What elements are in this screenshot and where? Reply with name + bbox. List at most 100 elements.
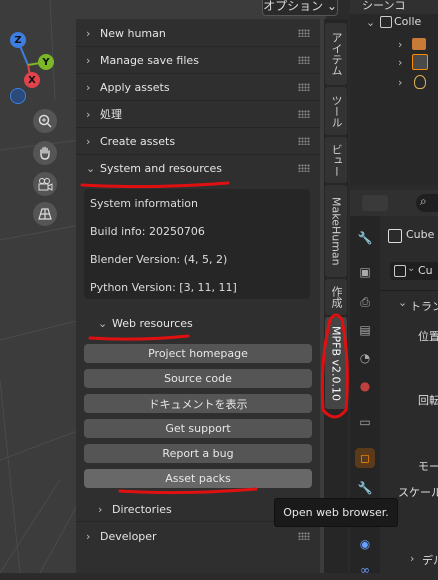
sidebar-tabs: アイテム ツール ビュー MakeHuman 作成 MPFB v2.0.10 [324,19,348,573]
drag-grip-icon[interactable] [298,137,310,145]
chevron-down-icon: ⌄ [366,16,376,29]
get-support-button[interactable]: Get support [84,419,312,438]
world-icon[interactable]: ● [355,376,375,396]
tab-view[interactable]: ビュー [325,137,347,183]
chevron-right-icon[interactable]: › [398,76,402,89]
collection-icon [380,16,392,28]
search-icon[interactable]: ⌕ [416,194,438,212]
object-name: Cube [406,228,435,241]
section-label: 処理 [100,108,122,121]
drag-grip-icon[interactable] [298,110,310,118]
tab-label: MPFB v2.0.10 [329,325,343,401]
subsection-web-resources[interactable]: ⌄ Web resources [76,310,320,336]
view-layer-icon[interactable]: ▤ [355,320,375,340]
camera-object-icon[interactable] [412,38,426,50]
pan-hand-icon[interactable] [33,141,57,165]
tab-tool[interactable]: ツール [325,87,347,135]
object-name-value: Cu [418,264,433,277]
view-documentation-button[interactable]: ドキュメントを表示 [84,394,312,413]
tab-makehuman[interactable]: MakeHuman [325,185,347,277]
gizmo-neg-z-axis[interactable] [10,88,26,104]
chevron-right-icon[interactable]: › [398,56,402,69]
collection-icon[interactable]: ▭ [355,412,375,432]
section-new-human[interactable]: › New human [76,20,320,46]
delta-transform-header[interactable]: デル [422,552,438,568]
section-label: Manage save files [100,53,199,67]
properties-header: ⌕ [350,190,438,216]
report-bug-button[interactable]: Report a bug [84,444,312,463]
source-code-button[interactable]: Source code [84,369,312,388]
chevron-down-icon: ⌄ [407,263,416,274]
asset-packs-button[interactable]: Asset packs [84,469,312,488]
system-information-box: System information Build info: 20250706 … [84,189,310,299]
object-icon [394,265,406,277]
scale-label: スケール [398,486,438,499]
tab-create[interactable]: 作成 [325,279,347,315]
collection-label: Colle [394,15,422,28]
mpfb-sidebar-panel: › New human › Manage save files › Apply … [76,19,320,573]
transform-header[interactable]: トラン [410,298,438,314]
section-manage-save-files[interactable]: › Manage save files [76,47,320,73]
physics-icon[interactable]: ◉ [355,534,375,554]
tab-label: MakeHuman [329,196,343,266]
drag-grip-icon[interactable] [298,56,310,64]
blender-version: Blender Version: (4, 5, 2) [90,253,228,266]
location-label: 位置 [418,330,438,343]
options-dropdown[interactable]: オプション ⌄ [262,0,338,16]
tooltip: Open web browser. [274,498,398,527]
camera-view-icon[interactable] [33,172,57,196]
system-info-title: System information [90,197,199,210]
drag-grip-icon[interactable] [298,83,310,91]
gizmo-z-axis[interactable]: Z [10,32,26,48]
light-object-icon[interactable] [414,75,426,89]
outliner: シーンコ ⌄ Colle › › › [350,0,438,185]
section-label: System and resources [100,161,223,175]
subsection-label: Web resources [112,316,193,330]
output-icon[interactable]: ⎙ [355,292,375,312]
zoom-icon[interactable] [33,109,57,133]
python-version: Python Version: [3, 11, 11] [90,281,237,294]
chevron-right-icon: › [86,529,91,543]
tab-label: 作成 [330,286,343,308]
tab-item[interactable]: アイテム [325,23,347,85]
chevron-right-icon: › [86,26,91,40]
mesh-object-icon[interactable] [412,54,428,70]
section-apply-assets[interactable]: › Apply assets [76,74,320,100]
subsection-label: Directories [112,502,172,516]
ortho-grid-icon[interactable] [33,202,57,226]
chevron-down-icon: ⌄ [98,316,108,330]
scene-collection-label: シーンコ [362,0,406,12]
build-info: Build info: 20250706 [90,225,205,238]
divider [380,290,438,291]
section-create-assets[interactable]: › Create assets [76,128,320,154]
chevron-right-icon: › [86,53,91,67]
object-data-icon [388,229,402,243]
rotation-label: 回転 [418,394,438,407]
render-icon[interactable]: ▣ [355,262,375,282]
object-name-field[interactable]: ⌄ Cu [390,262,438,280]
tab-mpfb[interactable]: MPFB v2.0.10 [325,317,347,409]
drag-grip-icon[interactable] [298,29,310,37]
drag-grip-icon[interactable] [298,164,310,172]
gizmo-y-axis[interactable]: Y [38,54,54,70]
chevron-right-icon: › [86,80,91,94]
drag-grip-icon[interactable] [298,532,310,540]
tab-label: ツール [330,94,343,128]
editor-type-icon[interactable] [362,195,388,211]
gizmo-x-axis[interactable]: X [24,72,40,88]
scene-icon[interactable]: ◔ [355,348,375,368]
chevron-right-icon: › [86,134,91,148]
section-label: Developer [100,529,157,543]
section-system-and-resources[interactable]: ⌄ System and resources [76,155,320,181]
chevron-right-icon: › [410,552,415,565]
chevron-right-icon: › [98,502,103,516]
constraint-icon[interactable]: ∞ [355,560,375,580]
section-label: Apply assets [100,80,170,94]
project-homepage-button[interactable]: Project homepage [84,344,312,363]
object-icon[interactable]: ◻ [355,448,375,468]
chevron-right-icon[interactable]: › [398,38,402,51]
tool-icon[interactable]: 🔧 [355,228,375,248]
section-processing[interactable]: › 処理 [76,101,320,127]
chevron-down-icon: ⌄ [86,161,96,175]
modifier-wrench-icon[interactable]: 🔧 [355,478,375,498]
